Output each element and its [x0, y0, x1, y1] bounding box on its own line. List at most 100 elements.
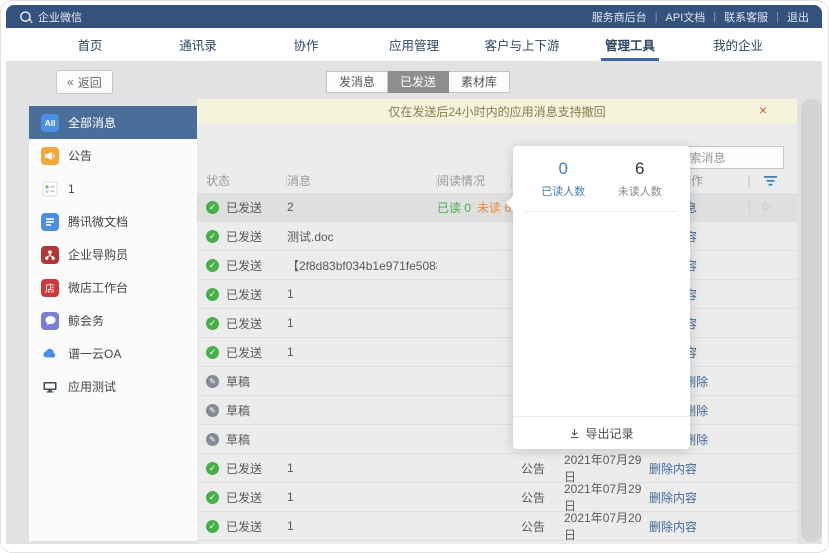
table-row[interactable]: ✓ 已发送 1 公告 2021年07月29日 删除内容 — [197, 454, 797, 483]
chat-bubble-icon — [41, 312, 59, 330]
wecom-logo: 企业微信 — [19, 9, 82, 25]
popup-stat-未读人数[interactable]: 6 未读人数 — [602, 159, 679, 199]
table-row[interactable]: ✓ 已发送 1 删除内容 — [197, 338, 797, 367]
status-label: 草稿 — [226, 373, 250, 390]
status-label: 已发送 — [226, 257, 262, 274]
nav-item-label: 首页 — [77, 35, 102, 54]
nav-item-label: 管理工具 — [605, 35, 655, 54]
notice-text: 仅在发送后24小时内的应用消息支持撤回 — [388, 103, 605, 120]
monitor-icon — [41, 378, 59, 396]
table-row[interactable]: ✓ 已发送 测试.doc 删除内容 — [197, 222, 797, 251]
nav-item-通讯录[interactable]: 通讯录 — [144, 28, 252, 61]
sidebar-item-谱一云OA[interactable]: 谱一云OA — [29, 337, 197, 370]
sidebar-item-1[interactable]: 1 — [29, 172, 197, 205]
nav-item-首页[interactable]: 首页 — [36, 28, 144, 61]
app-cell: 公告 — [512, 460, 562, 477]
status-label: 草稿 — [226, 431, 250, 448]
table-row[interactable]: ✓ 已发送 1 删除内容 — [197, 280, 797, 309]
status-label: 已发送 — [226, 460, 262, 477]
action-link-删除内容[interactable]: 删除内容 — [649, 491, 697, 505]
nav-item-label: 客户与上下游 — [484, 35, 559, 54]
tab-素材库[interactable]: 素材库 — [449, 71, 510, 93]
megaphone-icon — [41, 147, 59, 165]
sidebar-item-label: 谱一云OA — [68, 345, 121, 362]
logo-text: 企业微信 — [38, 9, 82, 25]
sidebar-item-鲸会务[interactable]: 鲸会务 — [29, 304, 197, 337]
back-label: 返回 — [78, 74, 102, 91]
message-cell: 1 — [287, 345, 437, 359]
topbar-link[interactable]: 联系客服 — [724, 9, 768, 25]
nav-item-客户与上下游[interactable]: 客户与上下游 — [468, 28, 576, 61]
nav-item-应用管理[interactable]: 应用管理 — [360, 28, 468, 61]
table-row[interactable]: ✓ 已发送 1 删除内容 — [197, 309, 797, 338]
status-cell: ✓ 已发送 — [197, 518, 287, 535]
tab-发消息[interactable]: 发消息 — [326, 71, 388, 93]
table-row[interactable]: ✎ 草稿 编辑|删除 — [197, 367, 797, 396]
sidebar-item-label: 腾讯微文档 — [68, 213, 128, 230]
popup-stat-已读人数[interactable]: 0 已读人数 — [525, 159, 602, 199]
header-divider — [749, 175, 750, 187]
nav-item-label: 应用管理 — [389, 35, 439, 54]
table-row[interactable]: ✎ 草稿 编辑|删除 — [197, 396, 797, 425]
topbar-link[interactable]: API文档 — [666, 9, 706, 25]
message-cell: 1 — [287, 490, 437, 504]
status-label: 已发送 — [226, 518, 262, 535]
message-cell: 1 — [287, 287, 437, 301]
sidebar-item-全部消息[interactable]: All 全部消息 — [29, 106, 197, 139]
action-link-删除内容[interactable]: 删除内容 — [649, 520, 697, 534]
sidebar-item-微店工作台[interactable]: 店 微店工作台 — [29, 271, 197, 304]
message-cell: 1 — [287, 519, 437, 533]
vertical-scrollbar[interactable] — [801, 99, 822, 542]
status-label: 已发送 — [226, 315, 262, 332]
sidebar-item-label: 鲸会务 — [68, 312, 104, 329]
message-cell: 测试.doc — [287, 228, 437, 245]
sent-check-icon: ✓ — [206, 346, 219, 359]
status-label: 草稿 — [226, 402, 250, 419]
nav-item-管理工具[interactable]: 管理工具 — [576, 28, 684, 61]
sidebar-item-应用测试[interactable]: 应用测试 — [29, 370, 197, 403]
table-row[interactable]: ✎ 草稿 编辑|删除 — [197, 425, 797, 454]
sent-check-icon: ✓ — [206, 259, 219, 272]
action-link-删除内容[interactable]: 删除内容 — [649, 462, 697, 476]
sidebar-item-腾讯微文档[interactable]: 腾讯微文档 — [29, 205, 197, 238]
sidebar-item-label: 微店工作台 — [68, 279, 128, 296]
sidebar-item-公告[interactable]: 公告 — [29, 139, 197, 172]
workspace: « 返回 发消息已发送素材库 All 全部消息 公告 1 腾讯微文档 企业导购员… — [6, 61, 822, 544]
stat-label: 已读人数 — [525, 183, 602, 199]
read-status-cell[interactable]: 已读 0未读 6 — [437, 199, 512, 216]
message-tabs: 发消息已发送素材库 — [326, 71, 510, 93]
export-records-button[interactable]: 导出记录 — [513, 416, 690, 449]
status-label: 已发送 — [226, 199, 262, 216]
star-icon[interactable]: ☆ — [760, 199, 772, 215]
main-panel: 仅在发送后24小时内的应用消息支持撤回 × 状态 消息 阅读情况 操作 — [197, 99, 797, 544]
topbar-link[interactable]: 服务商后台 — [592, 9, 647, 25]
nav-item-我的企业[interactable]: 我的企业 — [684, 28, 792, 61]
draft-icon: ✎ — [206, 375, 219, 388]
status-label: 已发送 — [226, 489, 262, 506]
status-cell: ✓ 已发送 — [197, 489, 287, 506]
status-cell: ✓ 已发送 — [197, 315, 287, 332]
back-button[interactable]: « 返回 — [56, 70, 113, 94]
status-label: 已发送 — [226, 344, 262, 361]
app-sidebar: All 全部消息 公告 1 腾讯微文档 企业导购员 店 微店工作台 鲸会务 谱一… — [29, 106, 197, 541]
tab-已发送[interactable]: 已发送 — [388, 71, 449, 93]
topbar-link[interactable]: 退出 — [787, 9, 809, 25]
topbar-link-separator: | — [776, 11, 779, 23]
sent-check-icon: ✓ — [206, 462, 219, 475]
nav-item-协作[interactable]: 协作 — [252, 28, 360, 61]
action-cell: 删除内容 — [649, 518, 749, 535]
sidebar-item-企业导购员[interactable]: 企业导购员 — [29, 238, 197, 271]
filter-icon[interactable] — [764, 176, 777, 186]
popup-stats: 0 已读人数 6 未读人数 — [525, 146, 678, 212]
back-chevron-icon: « — [67, 75, 74, 89]
close-icon[interactable]: × — [759, 103, 767, 117]
nav-item-label: 协作 — [293, 35, 318, 54]
status-label: 已发送 — [226, 228, 262, 245]
wecom-logo-icon — [19, 10, 33, 24]
table-row[interactable]: ✓ 已发送 1 公告 2021年07月29日 删除内容 — [197, 483, 797, 512]
message-table-body: ✓ 已发送 2 已读 0未读 6 撤回消息 ☆ ✓ 已发送 测试.doc 删除内… — [197, 193, 797, 541]
table-row[interactable]: ✓ 已发送 2 已读 0未读 6 撤回消息 ☆ — [197, 193, 797, 222]
table-row[interactable]: ✓ 已发送 【2f8d83bf034b1e971fe5083eea... 删除内… — [197, 251, 797, 280]
table-row[interactable]: ✓ 已发送 1 公告 2021年07月20日 删除内容 — [197, 512, 797, 541]
stat-value: 0 — [525, 159, 602, 179]
